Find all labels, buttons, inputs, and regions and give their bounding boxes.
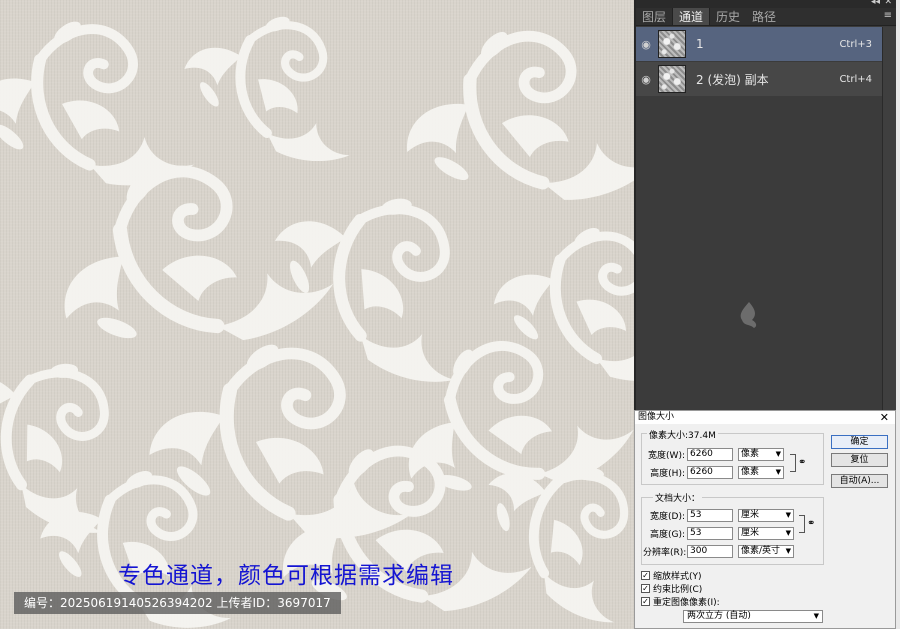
channels-panel: ◂◂ ✕ 图层 通道 历史 路径 ≡ ◉ 1 Ctrl+3 ◉ 2 (发泡) 副…: [634, 0, 896, 410]
pixel-width-row: 宽度(W): 6260 像素 ▼: [643, 448, 784, 461]
doc-width-unit-select[interactable]: 厘米 ▼: [738, 509, 794, 522]
upload-meta-bar: 编号：20250619140526394202 上传者ID：3697017: [14, 592, 341, 614]
resample-checkbox[interactable]: ✓ 重定图像像素(I):: [641, 595, 720, 608]
dialog-title: 图像大小: [638, 412, 675, 422]
resolution-row: 分辨率(R): 300 像素/英寸 ▼: [643, 545, 794, 558]
panel-scrollbar[interactable]: [882, 27, 896, 410]
pixel-dimensions-label: 像素大小:37.4M: [647, 428, 718, 441]
damask-artwork: 专色通道，颜色可根据需求编辑 编号：20250619140526394202 上…: [0, 0, 634, 629]
tab-channels[interactable]: 通道: [672, 8, 711, 25]
scale-styles-checkbox[interactable]: ✓ 缩放样式(Y): [641, 569, 702, 582]
pixel-height-unit-select[interactable]: 像素 ▼: [738, 466, 784, 479]
document-size-label: 文档大小：: [653, 491, 703, 504]
collapse-icon[interactable]: ◂◂: [871, 0, 880, 7]
pixel-height-label: 高度(H):: [650, 469, 685, 479]
eye-icon[interactable]: ◉: [636, 38, 656, 51]
constrain-bracket: [799, 515, 805, 533]
caption-text: 专色通道，颜色可根据需求编辑: [118, 563, 454, 589]
doc-width-row: 宽度(D): 53 厘米 ▼: [643, 509, 794, 522]
chain-link-icon: ⚭: [807, 518, 816, 529]
panel-tabs: 图层 通道 历史 路径 ≡: [636, 8, 896, 26]
chain-link-icon: ⚭: [798, 457, 807, 468]
tab-paths[interactable]: 路径: [746, 8, 782, 25]
unit-value: 像素: [741, 449, 760, 459]
pixel-width-unit-select[interactable]: 像素 ▼: [738, 448, 784, 461]
constrain-bracket: [790, 454, 796, 472]
unit-value: 厘米: [741, 510, 760, 520]
doc-height-row: 高度(G): 53 厘米 ▼: [643, 527, 794, 540]
resolution-label: 分辨率(R):: [643, 548, 687, 558]
scale-styles-label: 缩放样式(Y): [653, 572, 702, 582]
tab-history[interactable]: 历史: [710, 8, 746, 25]
resolution-unit-select[interactable]: 像素/英寸 ▼: [738, 545, 794, 558]
close-icon[interactable]: ✕: [884, 0, 892, 7]
damask-pattern: [0, 0, 634, 629]
channel-row-2[interactable]: ◉ 2 (发泡) 副本 Ctrl+4: [636, 62, 882, 96]
watermark-logo-icon: [740, 302, 757, 328]
channel-thumbnail: [658, 30, 686, 58]
channel-row-1[interactable]: ◉ 1 Ctrl+3: [636, 27, 882, 61]
dialog-title-bar: 图像大小 ✕: [635, 411, 895, 424]
checkmark-icon: ✓: [641, 571, 650, 580]
unit-value: 厘米: [741, 528, 760, 538]
resample-method-value: 两次立方 (自动): [687, 611, 751, 621]
chevron-down-icon: ▼: [775, 450, 781, 458]
constrain-proportions-checkbox[interactable]: ✓ 约束比例(C): [641, 582, 702, 595]
image-size-dialog: 图像大小 ✕ 像素大小:37.4M 宽度(W): 6260 像素 ▼ 高度(H):…: [634, 410, 896, 629]
checkmark-icon: ✓: [641, 597, 650, 606]
constrain-label: 约束比例(C): [653, 585, 703, 595]
pixel-height-row: 高度(H): 6260 像素 ▼: [643, 466, 784, 479]
panel-menu-icon[interactable]: ≡: [884, 10, 892, 21]
doc-height-input[interactable]: 53: [687, 527, 733, 540]
chevron-down-icon: ▼: [785, 547, 791, 555]
channel-thumbnail: [658, 65, 686, 93]
resolution-input[interactable]: 300: [687, 545, 733, 558]
chevron-down-icon: ▼: [785, 529, 791, 537]
reset-button[interactable]: 复位: [831, 453, 888, 467]
chevron-down-icon: ▼: [785, 511, 791, 519]
pixel-height-input[interactable]: 6260: [687, 466, 733, 479]
channel-name: 1: [696, 37, 704, 51]
screenshot-root: 专色通道，颜色可根据需求编辑 编号：20250619140526394202 上…: [0, 0, 900, 629]
close-icon[interactable]: ✕: [880, 411, 889, 424]
checkmark-icon: ✓: [641, 584, 650, 593]
eye-icon[interactable]: ◉: [636, 73, 656, 86]
unit-value: 像素/英寸: [741, 546, 781, 556]
chevron-down-icon: ▼: [813, 612, 819, 620]
channel-name: 2 (发泡) 副本: [696, 72, 769, 87]
pixel-width-input[interactable]: 6260: [687, 448, 733, 461]
panel-titlebar: ◂◂ ✕: [636, 0, 896, 8]
channel-shortcut: Ctrl+3: [839, 38, 872, 50]
doc-height-label: 高度(G):: [649, 530, 685, 540]
chevron-down-icon: ▼: [775, 468, 781, 476]
pixel-width-label: 宽度(W):: [648, 451, 685, 461]
unit-value: 像素: [741, 467, 760, 477]
auto-button[interactable]: 自动(A)...: [831, 474, 888, 488]
channel-shortcut: Ctrl+4: [839, 73, 872, 85]
doc-width-input[interactable]: 53: [687, 509, 733, 522]
tab-layers[interactable]: 图层: [636, 8, 672, 25]
ok-button[interactable]: 确定: [831, 435, 888, 449]
doc-width-label: 宽度(D):: [650, 512, 685, 522]
doc-height-unit-select[interactable]: 厘米 ▼: [738, 527, 794, 540]
resample-label: 重定图像像素(I):: [653, 598, 720, 608]
right-edge-strip: [896, 0, 900, 629]
resample-method-select[interactable]: 两次立方 (自动) ▼: [683, 610, 823, 623]
